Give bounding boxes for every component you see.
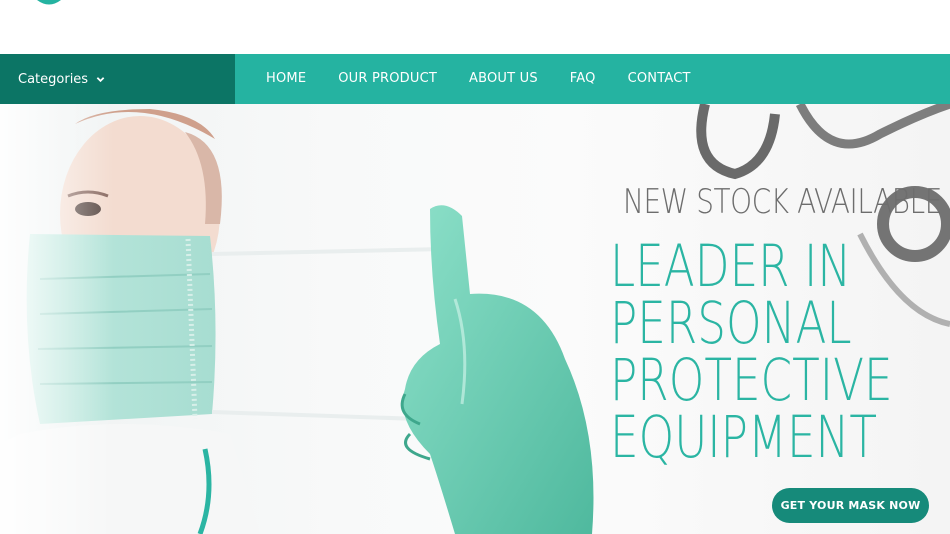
main-menu: HOME OUR PRODUCT ABOUT US FAQ CONTACT: [250, 54, 707, 104]
hero-banner: NEW STOCK AVAILABLE LEADER IN PERSONAL P…: [0, 104, 950, 534]
hero-kicker: NEW STOCK AVAILABLE: [623, 182, 942, 222]
top-header: [0, 0, 950, 54]
categories-dropdown[interactable]: Categories: [0, 54, 235, 104]
nav-link-our-product[interactable]: OUR PRODUCT: [322, 54, 453, 104]
hero-title-line: LEADER IN: [610, 232, 852, 300]
hero-title-line: EQUIPMENT: [610, 403, 878, 471]
nav-link-about-us[interactable]: ABOUT US: [453, 54, 554, 104]
nav-link-contact[interactable]: CONTACT: [612, 54, 707, 104]
hero-title-line: PERSONAL: [610, 289, 852, 357]
nav-link-faq[interactable]: FAQ: [554, 54, 612, 104]
categories-label: Categories: [18, 71, 89, 87]
nav-link-home[interactable]: HOME: [250, 54, 322, 104]
main-navbar: Categories HOME OUR PRODUCT ABOUT US FAQ…: [0, 54, 950, 104]
hero-title: LEADER IN PERSONAL PROTECTIVE EQUIPMENT: [610, 232, 893, 471]
brand-logo-icon[interactable]: [22, 0, 76, 12]
get-your-mask-button[interactable]: GET YOUR MASK NOW: [772, 488, 929, 523]
chevron-down-icon: [96, 76, 105, 82]
hero-title-line: PROTECTIVE: [610, 346, 893, 414]
